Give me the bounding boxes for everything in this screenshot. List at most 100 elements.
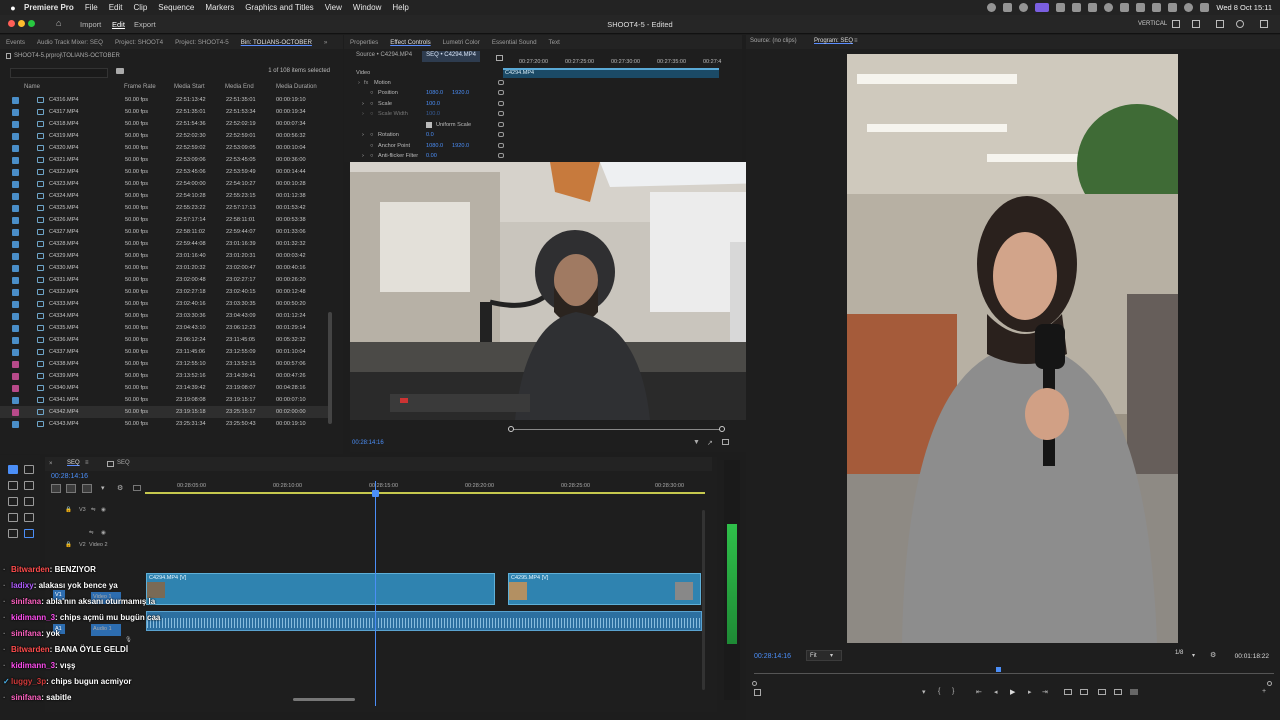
multi-cam-icon[interactable] [1130, 689, 1138, 695]
track-select-tool-icon[interactable] [24, 465, 34, 474]
quick-export-icon[interactable] [1216, 20, 1224, 28]
reset-parameter-icon[interactable] [498, 101, 504, 106]
scrub-start-handle[interactable] [508, 426, 514, 432]
project-row[interactable]: C4330.MP4 50.00 fps 23:01:20:32 23:02:00:47… [0, 262, 330, 274]
display-icon[interactable] [1056, 3, 1066, 12]
project-row[interactable]: C4331.MP4 50.00 fps 23:02:00:48 23:02:27:17… [0, 274, 330, 286]
tab-essential-sound[interactable]: Essential Sound [492, 39, 537, 46]
timeline-hscrollbar[interactable] [293, 698, 355, 701]
menu-markers[interactable]: Markers [205, 3, 234, 12]
sequence-clip-tab[interactable]: SEQ • C4294.MP4 [422, 51, 480, 62]
project-row[interactable]: C4338.MP4 50.00 fps 23:12:55:10 23:13:52:15… [0, 358, 330, 370]
tab-project-shoot4[interactable]: Project: SHOOT4 [115, 39, 163, 46]
label-color-swatch[interactable] [12, 265, 19, 272]
project-row[interactable]: C4337.MP4 50.00 fps 23:11:45:06 23:12:55:09… [0, 346, 330, 358]
progress-icon[interactable] [1236, 20, 1244, 28]
wifi-icon[interactable] [1152, 3, 1162, 12]
project-row[interactable]: C4325.MP4 50.00 fps 22:55:23:22 22:57:17:13… [0, 202, 330, 214]
col-name[interactable]: Name [24, 84, 40, 90]
project-row[interactable]: C4341.MP4 50.00 fps 23:19:08:08 23:19:15:17… [0, 394, 330, 406]
timeline-vscrollbar[interactable] [702, 510, 705, 690]
project-row[interactable]: C4334.MP4 50.00 fps 23:03:30:36 23:04:43:09… [0, 310, 330, 322]
col-frame-rate[interactable]: Frame Rate [124, 84, 156, 90]
mark-in-icon[interactable]: { [938, 688, 940, 695]
label-color-swatch[interactable] [12, 301, 19, 308]
label-color-swatch[interactable] [12, 97, 19, 104]
minimize-window-button[interactable] [18, 20, 25, 27]
project-row[interactable]: C4322.MP4 50.00 fps 22:53:45:06 22:53:59:49… [0, 166, 330, 178]
label-color-swatch[interactable] [12, 241, 19, 248]
project-search-input[interactable] [10, 68, 108, 78]
fullscreen-icon[interactable] [1260, 20, 1268, 28]
reset-parameter-icon[interactable] [498, 111, 504, 116]
project-row[interactable]: C4320.MP4 50.00 fps 22:52:59:02 22:53:09:05… [0, 142, 330, 154]
project-row[interactable]: C4343.MP4 50.00 fps 23:25:31:34 23:25:50:43… [0, 418, 330, 430]
project-row[interactable]: C4321.MP4 50.00 fps 22:53:09:06 22:53:45:05… [0, 154, 330, 166]
tab-events[interactable]: Events [6, 39, 25, 46]
tab-program-monitor[interactable]: Program: SEQ [814, 38, 853, 44]
resolution-select[interactable]: 1/8 [1175, 650, 1203, 661]
filter-icon[interactable]: ▼ [693, 439, 700, 446]
track-v3-lock-icon[interactable]: 🔒 [65, 507, 72, 513]
toggle-timeline-icon[interactable] [496, 55, 503, 61]
marker-icon[interactable]: ▾ [922, 688, 926, 696]
project-row[interactable]: C4317.MP4 50.00 fps 22:51:35:01 22:51:53:34… [0, 106, 330, 118]
track-v3-sync-icon[interactable]: ⇋ [91, 507, 96, 513]
reset-parameter-icon[interactable] [498, 153, 504, 158]
pen-tool-icon[interactable] [24, 497, 34, 506]
tab-lumetri[interactable]: Lumetri Color [443, 39, 480, 46]
menu-view[interactable]: View [325, 3, 342, 12]
label-color-swatch[interactable] [12, 361, 19, 368]
reset-parameter-icon[interactable] [498, 90, 504, 95]
mark-out-icon[interactable]: } [952, 688, 954, 695]
project-row[interactable]: C4340.MP4 50.00 fps 23:14:39:42 23:19:08:07… [0, 382, 330, 394]
menu-help[interactable]: Help [392, 3, 408, 12]
tab-menu-icon[interactable]: ≡ [85, 460, 89, 466]
bluetooth-icon[interactable] [1120, 3, 1130, 12]
project-row[interactable]: C4339.MP4 50.00 fps 23:13:52:16 23:14:39:41… [0, 370, 330, 382]
tab-seq-2[interactable]: SEQ [117, 460, 130, 466]
project-row[interactable]: C4336.MP4 50.00 fps 23:06:12:24 23:11:45:05… [0, 334, 330, 346]
label-color-swatch[interactable] [12, 121, 19, 128]
hand-tool-icon[interactable] [24, 513, 34, 522]
tab-effect-controls[interactable]: Effect Controls [390, 39, 430, 46]
label-color-swatch[interactable] [12, 253, 19, 260]
prop-scale[interactable]: › ○ Scale 100.0 [344, 99, 494, 109]
motion-effect-row[interactable]: › fx Motion [344, 78, 494, 88]
settings-icon[interactable]: ⚙ [1210, 651, 1216, 659]
col-media-duration[interactable]: Media Duration [276, 84, 317, 90]
prop-uniform-scale[interactable]: Uniform Scale [344, 120, 494, 130]
insert-nest-icon[interactable] [51, 484, 61, 493]
reset-parameter-icon[interactable] [498, 132, 504, 137]
label-color-swatch[interactable] [12, 217, 19, 224]
menu-app[interactable]: Premiere Pro [24, 3, 74, 12]
close-tab-icon[interactable]: × [49, 461, 53, 467]
label-color-swatch[interactable] [12, 169, 19, 176]
project-row[interactable]: C4318.MP4 50.00 fps 22:51:54:36 22:52:02:19… [0, 118, 330, 130]
label-color-swatch[interactable] [12, 289, 19, 296]
project-row[interactable]: C4327.MP4 50.00 fps 22:58:11:02 22:59:44:07… [0, 226, 330, 238]
zoom-fit-select[interactable]: Fit [806, 650, 842, 661]
label-color-swatch[interactable] [12, 385, 19, 392]
tab-bin[interactable]: Bin: TOLIANS-OCTOBER [241, 39, 312, 46]
apple-icon[interactable]: ● [8, 3, 18, 13]
volume-icon[interactable] [1136, 3, 1146, 12]
label-color-swatch[interactable] [12, 325, 19, 332]
project-row[interactable]: C4328.MP4 50.00 fps 22:59:44:08 23:01:16:39… [0, 238, 330, 250]
add-button-icon[interactable]: + [1262, 688, 1266, 695]
battery-icon[interactable] [1168, 3, 1178, 12]
playhead-handle[interactable] [372, 490, 379, 497]
track-v2-label[interactable]: V2 [79, 542, 86, 548]
home-icon[interactable]: ⌂ [56, 18, 61, 28]
nav-edit[interactable]: Edit [112, 20, 125, 29]
track-v2-lock-icon[interactable]: 🔒 [65, 542, 72, 548]
project-row[interactable]: C4326.MP4 50.00 fps 22:57:17:14 22:58:11:01… [0, 214, 330, 226]
timeline-ruler[interactable]: 00:28:05:00 00:28:10:00 00:28:15:00 00:2… [145, 482, 705, 494]
nav-export[interactable]: Export [134, 20, 156, 29]
scrub-end-handle[interactable] [719, 426, 725, 432]
menu-file[interactable]: File [85, 3, 98, 12]
expand-icon[interactable]: ↗ [707, 439, 713, 447]
project-row[interactable]: C4323.MP4 50.00 fps 22:54:00:00 22:54:10:27… [0, 178, 330, 190]
project-scrollbar[interactable] [328, 312, 332, 424]
zoom-window-button[interactable] [28, 20, 35, 27]
